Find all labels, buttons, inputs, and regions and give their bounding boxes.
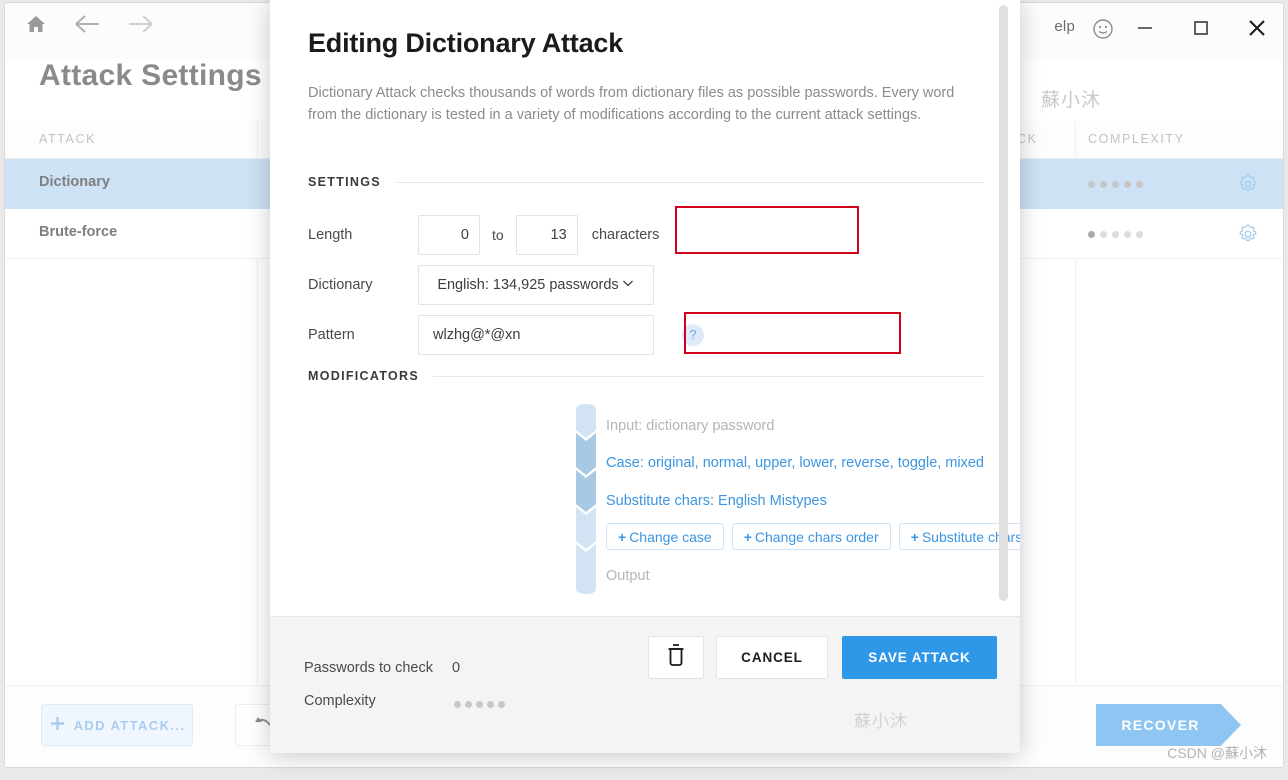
passwords-to-check-value: 0: [452, 660, 461, 676]
dictionary-row: Dictionary English: 134,925 passwords: [308, 265, 654, 305]
scrollbar-thumb[interactable]: [999, 5, 1008, 601]
pipeline-output-label: Output: [606, 568, 650, 584]
length-row: Length 0 to 13 characters: [308, 215, 659, 255]
characters-label: characters: [591, 227, 660, 243]
window-controls: [1129, 13, 1273, 43]
gear-icon[interactable]: [1237, 173, 1259, 200]
dialog-scrollbar[interactable]: [999, 5, 1008, 601]
complexity-dots: [1088, 231, 1143, 238]
column-header-attack: ATTACK: [39, 132, 97, 146]
modificators-pipeline: [576, 404, 596, 594]
recover-label: RECOVER: [1121, 717, 1200, 733]
pattern-row: Pattern wlzhg@*@xn ?: [308, 315, 704, 355]
trash-icon: [665, 643, 687, 672]
attack-name: Brute-force: [39, 224, 118, 240]
maximize-button[interactable]: [1185, 13, 1217, 43]
chip-label: Change case: [629, 528, 712, 545]
csdn-watermark: CSDN @蘇小沐: [1167, 745, 1267, 761]
chip-label: Change chars order: [754, 528, 879, 545]
pipeline-input-label: Input: dictionary password: [606, 418, 775, 434]
edit-attack-dialog: Editing Dictionary Attack Dictionary Att…: [270, 0, 1020, 753]
back-arrow-icon[interactable]: [73, 13, 101, 35]
dictionary-label: Dictionary: [308, 277, 373, 293]
complexity-label: Complexity: [304, 693, 376, 709]
plus-glyph: +: [910, 528, 919, 545]
gear-icon[interactable]: [1237, 223, 1259, 250]
length-to-label: to: [492, 227, 504, 243]
delete-attack-button[interactable]: [648, 636, 704, 679]
complexity-dots: [1088, 181, 1143, 188]
recover-button[interactable]: RECOVER: [1096, 704, 1241, 746]
length-min-input[interactable]: 0: [418, 215, 480, 255]
modificators-section-header: MODIFICATORS: [308, 369, 984, 383]
minimize-button[interactable]: [1129, 13, 1161, 43]
add-attack-label: ADD ATTACK...: [73, 717, 186, 733]
length-annotation-box: [675, 206, 859, 254]
settings-section-header: SETTINGS: [308, 175, 984, 189]
pattern-label: Pattern: [308, 327, 355, 343]
complexity-dots: [454, 701, 505, 708]
dialog-footer: Passwords to check 0 Complexity CANCEL S…: [270, 616, 1020, 753]
add-change-chars-order-button[interactable]: + Change chars order: [731, 523, 891, 550]
dialog-body: Editing Dictionary Attack Dictionary Att…: [270, 0, 1020, 616]
dictionary-select[interactable]: English: 134,925 passwords: [418, 265, 654, 305]
plus-glyph: +: [618, 528, 627, 545]
dialog-title: Editing Dictionary Attack: [308, 28, 624, 58]
watermark-footer: 蘇小沐: [854, 712, 908, 731]
chevron-down-icon: [621, 276, 635, 294]
navigation-icons: [25, 13, 155, 35]
save-attack-button[interactable]: SAVE ATTACK: [842, 636, 997, 679]
dialog-description: Dictionary Attack checks thousands of wo…: [308, 85, 955, 123]
forward-arrow-icon[interactable]: [127, 13, 155, 35]
divider: [432, 375, 984, 377]
attack-name: Dictionary: [39, 174, 110, 190]
pattern-annotation-box: [684, 312, 901, 354]
close-button[interactable]: [1241, 13, 1273, 43]
modificators-heading: MODIFICATORS: [308, 369, 419, 383]
help-menu-label[interactable]: elp: [1054, 18, 1075, 35]
add-modificator-buttons: + Change case + Change chars order + Sub…: [606, 523, 1020, 550]
plus-icon: [49, 715, 66, 735]
divider: [394, 181, 984, 183]
add-attack-button[interactable]: ADD ATTACK...: [41, 704, 193, 746]
smiley-icon[interactable]: [1091, 17, 1115, 46]
modificator-substitute-link[interactable]: Substitute chars: English Mistypes: [606, 493, 827, 509]
home-icon[interactable]: [25, 13, 47, 35]
watermark-top: 蘇小沐: [1041, 90, 1102, 111]
passwords-to-check-label: Passwords to check: [304, 660, 433, 676]
page-title: Attack Settings: [39, 59, 262, 92]
settings-heading: SETTINGS: [308, 175, 381, 189]
column-header-complexity: COMPLEXITY: [1088, 132, 1185, 146]
screen: elp Attack Settings 蘇小沐 ATTACK L ECK: [0, 0, 1288, 780]
plus-glyph: +: [743, 528, 752, 545]
pattern-input[interactable]: wlzhg@*@xn: [418, 315, 654, 355]
modificator-case-link[interactable]: Case: original, normal, upper, lower, re…: [606, 455, 984, 471]
add-change-case-button[interactable]: + Change case: [606, 523, 724, 550]
help-icon[interactable]: ?: [682, 324, 704, 346]
dictionary-selected-value: English: 134,925 passwords: [437, 277, 619, 293]
cancel-button[interactable]: CANCEL: [716, 636, 828, 679]
length-label: Length: [308, 227, 353, 243]
length-max-input[interactable]: 13: [515, 215, 578, 255]
